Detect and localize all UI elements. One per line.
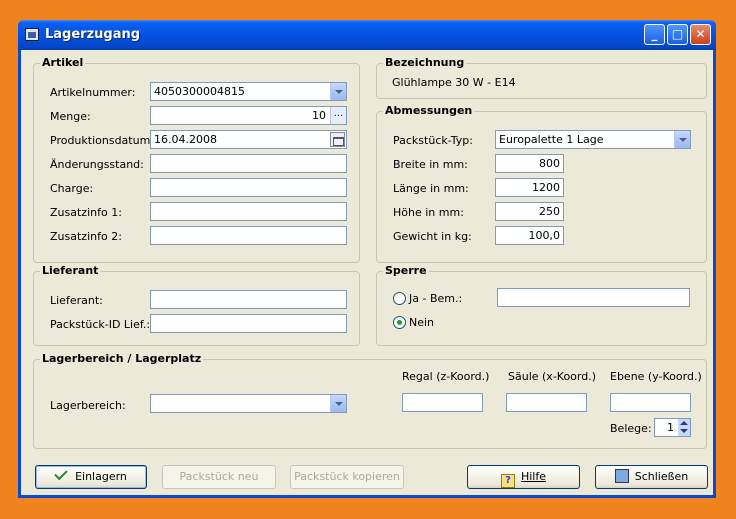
hoehe-input[interactable]: 250 — [495, 202, 564, 221]
packstueck-neu-button[interactable]: Packstück neu — [162, 465, 276, 489]
schliessen-label: Schließen — [634, 470, 689, 483]
sperre-ja-label[interactable]: Ja - Bem.: — [409, 292, 462, 305]
sperre-ja-radio[interactable] — [393, 292, 406, 305]
sperre-legend: Sperre — [383, 264, 429, 277]
zusatzinfo1-input[interactable] — [150, 202, 347, 221]
zusatzinfo2-input[interactable] — [150, 226, 347, 245]
packstueck-id-label: Packstück-ID Lief.: — [50, 318, 151, 331]
artikel-legend: Artikel — [40, 56, 86, 69]
belege-label: Belege: — [610, 422, 652, 435]
app-icon — [25, 28, 39, 41]
saeule-label: Säule (x-Koord.) — [508, 370, 597, 383]
calendar-icon[interactable] — [330, 132, 345, 147]
menge-input[interactable]: 10 ... — [150, 106, 347, 125]
window-title: Lagerzugang — [45, 27, 141, 42]
chevron-down-icon[interactable] — [674, 131, 690, 148]
einlagern-label: Einlagern — [75, 470, 127, 483]
ebene-input[interactable] — [610, 393, 691, 412]
title-bar[interactable]: Lagerzugang _ □ ✕ — [18, 20, 716, 50]
packstueck-id-input[interactable] — [150, 314, 347, 333]
artikelnummer-value: 4050300004815 — [154, 85, 245, 98]
lieferant-legend: Lieferant — [40, 264, 101, 277]
breite-label: Breite in mm: — [393, 158, 468, 171]
artikelnummer-label: Artikelnummer: — [50, 86, 136, 99]
sperre-bem-input[interactable] — [497, 288, 690, 307]
charge-input[interactable] — [150, 178, 347, 197]
charge-label: Charge: — [50, 182, 94, 195]
packstueck-kopieren-button[interactable]: Packstück kopieren — [290, 465, 404, 489]
abmessungen-legend: Abmessungen — [383, 104, 475, 117]
maximize-button[interactable]: □ — [667, 24, 688, 45]
lieferant-input[interactable] — [150, 290, 347, 309]
packstueck-typ-select[interactable]: Europalette 1 Lage — [495, 130, 691, 149]
aenderungsstand-label: Änderungsstand: — [50, 158, 144, 171]
aenderungsstand-input[interactable] — [150, 154, 347, 173]
belege-spinner[interactable]: 1 — [654, 418, 691, 437]
lagerbereich-legend: Lagerbereich / Lagerplatz — [40, 352, 204, 365]
gewicht-label: Gewicht in kg: — [393, 230, 472, 243]
abmessungen-group: Abmessungen Packstück-Typ: Europalette 1… — [376, 104, 707, 263]
close-button[interactable]: ✕ — [690, 24, 711, 45]
sperre-group: Sperre Ja - Bem.: Nein — [376, 264, 707, 346]
lagerbereich-group: Lagerbereich / Lagerplatz Lagerbereich: … — [33, 352, 707, 449]
lieferant-group: Lieferant Lieferant: Packstück-ID Lief.: — [33, 264, 360, 346]
packstueck-typ-value: Europalette 1 Lage — [499, 133, 604, 146]
hilfe-label: Hilfe — [520, 470, 547, 483]
einlagern-button[interactable]: Einlagern — [35, 465, 147, 489]
produktionsdatum-value: 16.04.2008 — [154, 133, 217, 146]
hilfe-button[interactable]: ? Hilfe — [467, 465, 580, 489]
check-icon — [54, 466, 68, 481]
lieferant-label: Lieferant: — [50, 294, 103, 307]
bezeichnung-value: Glühlampe 30 W - E14 — [392, 76, 516, 89]
regal-label: Regal (z-Koord.) — [402, 370, 490, 383]
belege-value: 1 — [667, 421, 674, 434]
zusatzinfo2-label: Zusatzinfo 2: — [50, 230, 122, 243]
sperre-nein-label[interactable]: Nein — [409, 316, 434, 329]
lagerzugang-window: Lagerzugang _ □ ✕ Artikel Artikelnummer:… — [18, 20, 716, 498]
regal-input[interactable] — [402, 393, 483, 412]
help-icon: ? — [500, 474, 515, 488]
packstueck-typ-label: Packstück-Typ: — [393, 134, 473, 147]
ebene-label: Ebene (y-Koord.) — [610, 370, 702, 383]
spinner-arrows-icon[interactable] — [678, 419, 690, 436]
laenge-input[interactable]: 1200 — [495, 178, 564, 197]
menge-ellipsis-button[interactable]: ... — [330, 107, 346, 124]
breite-input[interactable]: 800 — [495, 154, 564, 173]
exit-icon — [614, 469, 629, 483]
bezeichnung-legend: Bezeichnung — [383, 56, 467, 69]
saeule-input[interactable] — [506, 393, 587, 412]
lagerbereich-label: Lagerbereich: — [50, 399, 126, 412]
schliessen-button[interactable]: Schließen — [595, 465, 708, 489]
produktionsdatum-input[interactable]: 16.04.2008 — [150, 130, 347, 149]
menge-value: 10 — [312, 109, 326, 122]
menge-label: Menge: — [50, 110, 91, 123]
bezeichnung-group: Bezeichnung Glühlampe 30 W - E14 — [376, 56, 707, 99]
artikel-group: Artikel Artikelnummer: 4050300004815 Men… — [33, 56, 360, 263]
zusatzinfo1-label: Zusatzinfo 1: — [50, 206, 122, 219]
lagerbereich-select[interactable] — [150, 394, 347, 413]
minimize-button[interactable]: _ — [644, 24, 665, 45]
sperre-nein-radio[interactable] — [393, 316, 406, 329]
produktionsdatum-label: Produktionsdatum: — [50, 134, 155, 147]
chevron-down-icon[interactable] — [330, 395, 346, 412]
hoehe-label: Höhe in mm: — [393, 206, 464, 219]
artikelnummer-select[interactable]: 4050300004815 — [150, 82, 347, 101]
chevron-down-icon[interactable] — [330, 83, 346, 100]
laenge-label: Länge in mm: — [393, 182, 469, 195]
gewicht-input[interactable]: 100,0 — [495, 226, 564, 245]
